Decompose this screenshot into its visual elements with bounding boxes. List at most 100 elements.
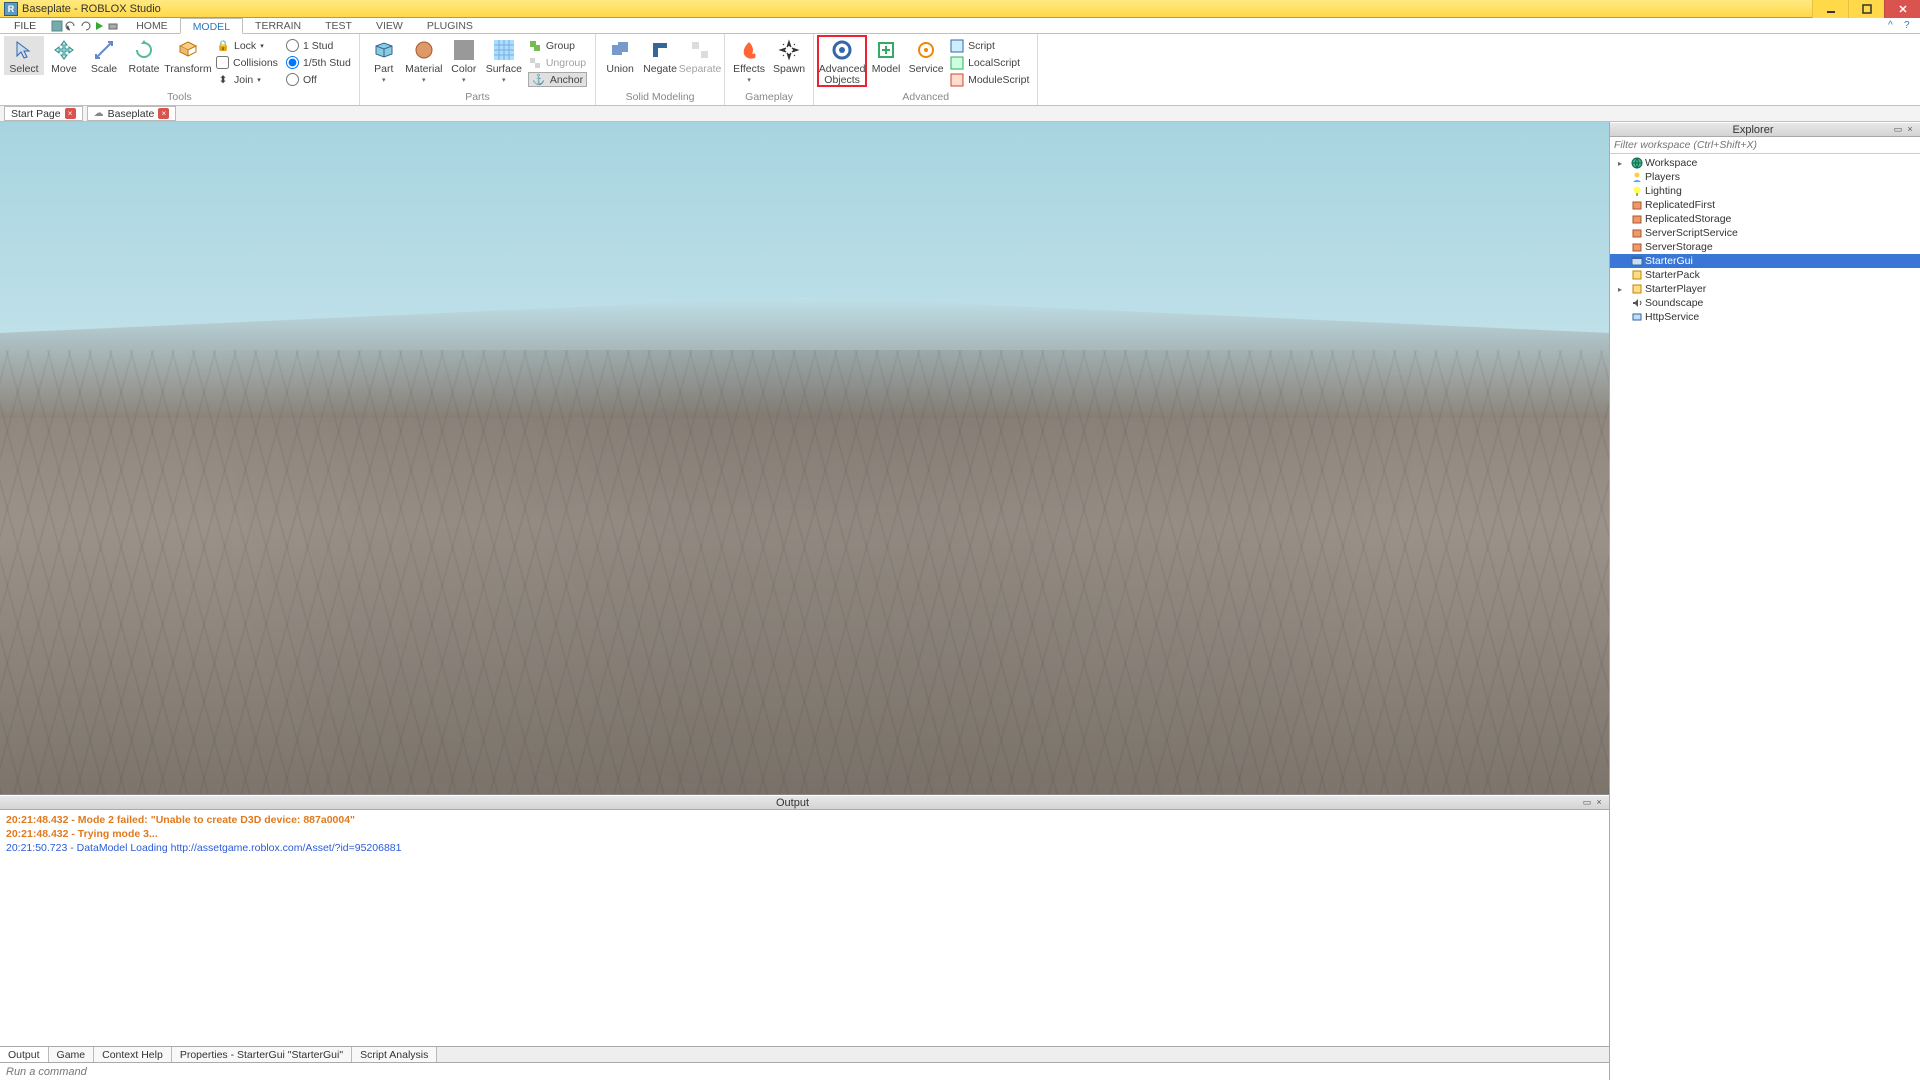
explorer-tree[interactable]: ▸WorkspacePlayersLightingReplicatedFirst… <box>1610 154 1920 1080</box>
tab-home[interactable]: HOME <box>124 18 180 34</box>
tab-view[interactable]: VIEW <box>364 18 415 34</box>
rotate-icon <box>132 38 156 62</box>
explorer-item-starterplayer[interactable]: ▸StarterPlayer <box>1610 282 1920 296</box>
output-panel[interactable]: 20:21:48.432 - Mode 2 failed: "Unable to… <box>0 810 1609 1046</box>
surface-button[interactable]: Surface▾ <box>484 36 524 84</box>
separate-button[interactable]: Separate <box>680 36 720 75</box>
script-button[interactable]: Script <box>950 38 1029 53</box>
brick-icon <box>372 38 396 62</box>
collisions-button[interactable]: Collisions <box>216 55 278 70</box>
gui-icon <box>1630 255 1643 268</box>
ribbon: Select Move Scale Rotate Transform 🔒Lock… <box>0 34 1920 106</box>
move-button[interactable]: Move <box>44 36 84 75</box>
group-button[interactable]: Group <box>528 38 587 53</box>
help-icon[interactable]: ? <box>1904 20 1916 32</box>
group-solid: Union Negate Separate Solid Modeling <box>596 34 725 105</box>
box-icon <box>1630 199 1643 212</box>
collapse-ribbon-icon[interactable]: ^ <box>1888 20 1900 32</box>
command-bar[interactable] <box>0 1062 1609 1080</box>
bottom-tab[interactable]: Output <box>0 1047 49 1062</box>
separate-icon <box>688 38 712 62</box>
model-icon <box>874 38 898 62</box>
close-panel-icon[interactable]: × <box>1904 124 1916 136</box>
spawn-button[interactable]: Spawn <box>769 36 809 75</box>
close-icon[interactable]: × <box>158 108 169 119</box>
app-icon: R <box>4 2 18 16</box>
join-icon: ⬍ <box>216 73 230 87</box>
anchor-icon: ⚓ <box>532 73 546 87</box>
document-tabs: Start Page× ☁Baseplate× <box>0 106 1920 122</box>
tab-test[interactable]: TEST <box>313 18 364 34</box>
maximize-button[interactable] <box>1848 0 1884 18</box>
doctab-baseplate[interactable]: ☁Baseplate× <box>87 106 177 121</box>
material-button[interactable]: Material▾ <box>404 36 444 84</box>
group-icon <box>528 39 542 53</box>
insert-model-button[interactable]: Model <box>866 36 906 75</box>
bottom-tab[interactable]: Properties - StarterGui "StarterGui" <box>172 1047 352 1062</box>
command-input[interactable] <box>0 1063 1609 1080</box>
join-button[interactable]: ⬍Join ▾ <box>216 72 278 87</box>
expand-icon[interactable]: ▸ <box>1618 159 1628 168</box>
explorer-filter[interactable] <box>1610 137 1920 153</box>
modulescript-button[interactable]: ModuleScript <box>950 72 1029 87</box>
explorer-header: Explorer ▭ × <box>1610 122 1920 137</box>
advanced-objects-button[interactable]: Advanced Objects <box>818 36 866 86</box>
negate-button[interactable]: Negate <box>640 36 680 75</box>
minimize-button[interactable] <box>1812 0 1848 18</box>
color-button[interactable]: Color▾ <box>444 36 484 84</box>
titlebar: R Baseplate - ROBLOX Studio <box>0 0 1920 18</box>
doctab-startpage[interactable]: Start Page× <box>4 106 83 121</box>
explorer-item-serverstorage[interactable]: ServerStorage <box>1610 240 1920 254</box>
expand-icon[interactable]: ▸ <box>1618 285 1628 294</box>
output-line: 20:21:50.723 - DataModel Loading http://… <box>6 841 1603 855</box>
insert-service-button[interactable]: Service <box>906 36 946 75</box>
save-icon[interactable] <box>52 21 62 31</box>
part-button[interactable]: Part▾ <box>364 36 404 84</box>
dock-icon[interactable]: ▭ <box>1892 124 1904 136</box>
snap-off[interactable]: Off <box>286 72 351 87</box>
bottom-tab[interactable]: Script Analysis <box>352 1047 437 1062</box>
script-icon <box>950 39 964 53</box>
undo-icon[interactable] <box>66 21 76 31</box>
main-area: Output ▭ × 20:21:48.432 - Mode 2 failed:… <box>0 122 1920 1080</box>
union-button[interactable]: Union <box>600 36 640 75</box>
anchor-button[interactable]: ⚓Anchor <box>528 72 587 87</box>
play-icon[interactable] <box>94 21 104 31</box>
lock-button[interactable]: 🔒Lock ▾ <box>216 38 278 53</box>
tab-terrain[interactable]: TERRAIN <box>243 18 313 34</box>
redo-icon[interactable] <box>80 21 90 31</box>
explorer-item-workspace[interactable]: ▸Workspace <box>1610 156 1920 170</box>
explorer-item-starterpack[interactable]: StarterPack <box>1610 268 1920 282</box>
part-icon[interactable] <box>108 21 118 31</box>
group-advanced: Advanced Objects Model Service Script Lo… <box>814 34 1038 105</box>
close-icon[interactable]: × <box>65 108 76 119</box>
transform-button[interactable]: Transform <box>164 36 212 75</box>
snap-1stud[interactable]: 1 Stud <box>286 38 351 53</box>
tab-model[interactable]: MODEL <box>180 18 243 34</box>
explorer-item-startergui[interactable]: StarterGui <box>1610 254 1920 268</box>
negate-icon <box>648 38 672 62</box>
explorer-item-soundscape[interactable]: Soundscape <box>1610 296 1920 310</box>
viewport-3d[interactable] <box>0 122 1609 795</box>
bottom-tab[interactable]: Game <box>49 1047 95 1062</box>
explorer-item-lighting[interactable]: Lighting <box>1610 184 1920 198</box>
close-button[interactable] <box>1884 0 1920 18</box>
scale-button[interactable]: Scale <box>84 36 124 75</box>
effects-button[interactable]: Effects▾ <box>729 36 769 84</box>
dock-icon[interactable]: ▭ <box>1581 797 1593 809</box>
localscript-button[interactable]: LocalScript <box>950 55 1029 70</box>
explorer-item-replicatedstorage[interactable]: ReplicatedStorage <box>1610 212 1920 226</box>
bottom-tab[interactable]: Context Help <box>94 1047 172 1062</box>
select-button[interactable]: Select <box>4 36 44 75</box>
box-icon <box>1630 241 1643 254</box>
close-panel-icon[interactable]: × <box>1593 797 1605 809</box>
explorer-item-players[interactable]: Players <box>1610 170 1920 184</box>
rotate-button[interactable]: Rotate <box>124 36 164 75</box>
explorer-item-replicatedfirst[interactable]: ReplicatedFirst <box>1610 198 1920 212</box>
snap-fifth[interactable]: 1/5th Stud <box>286 55 351 70</box>
file-menu[interactable]: FILE <box>4 20 46 32</box>
explorer-item-serverscriptservice[interactable]: ServerScriptService <box>1610 226 1920 240</box>
ungroup-button[interactable]: Ungroup <box>528 55 587 70</box>
explorer-item-httpservice[interactable]: HttpService <box>1610 310 1920 324</box>
tab-plugins[interactable]: PLUGINS <box>415 18 485 34</box>
